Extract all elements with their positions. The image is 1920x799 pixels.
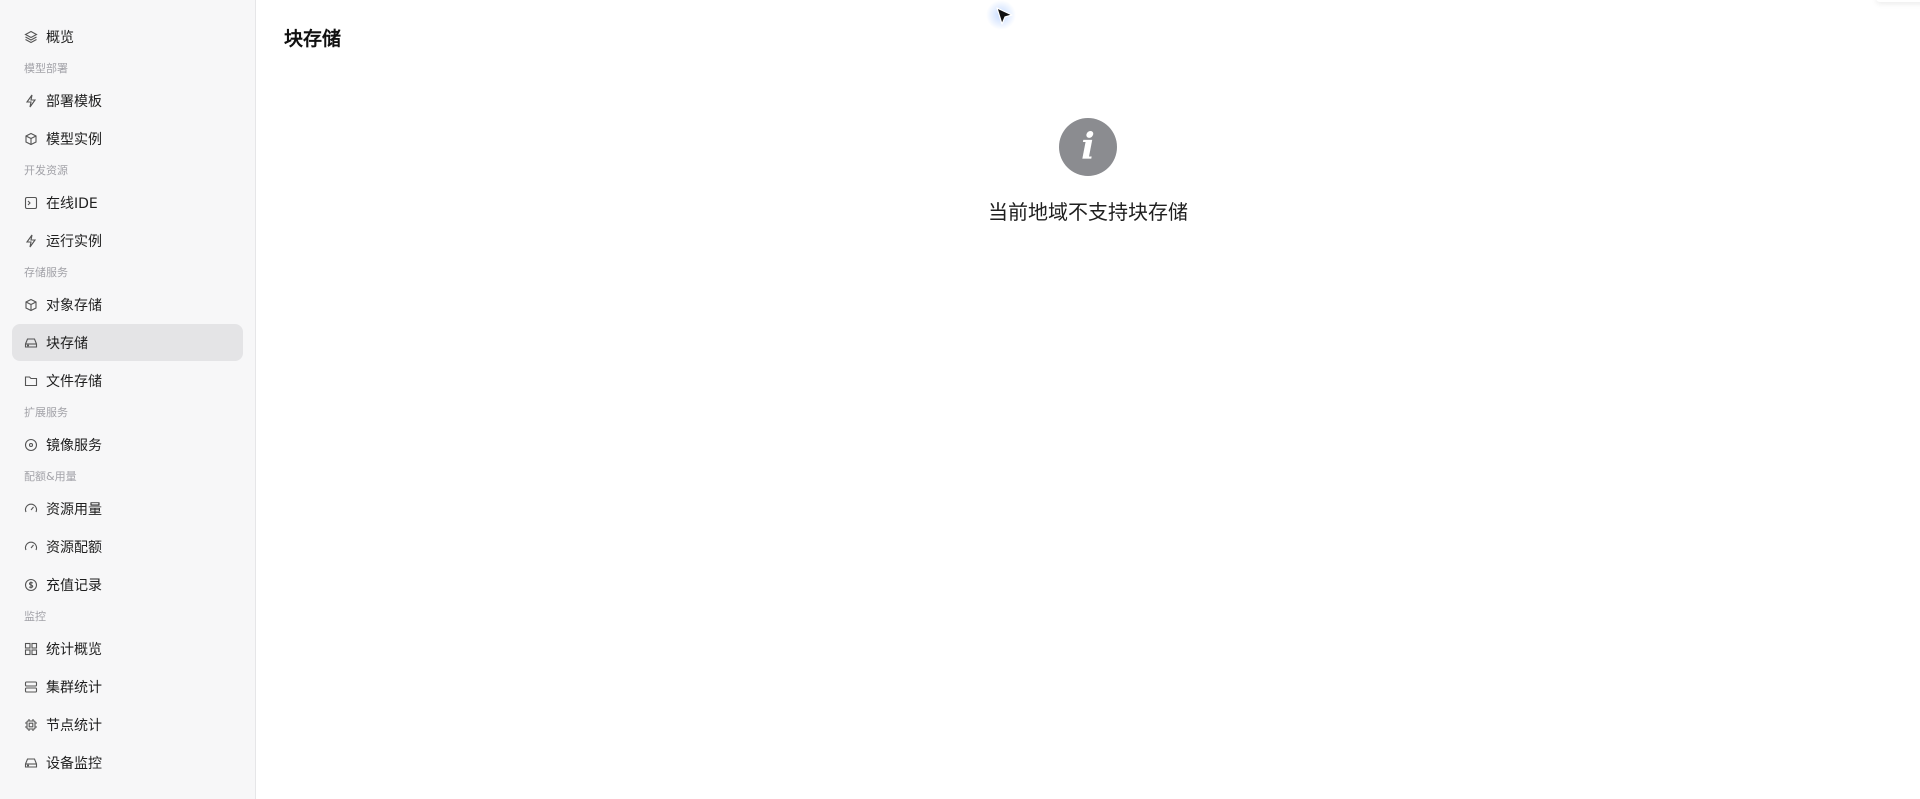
sidebar-item-label: 设备监控 (46, 755, 102, 772)
terminal-icon (24, 196, 38, 210)
hard-drive-icon (24, 336, 38, 350)
layers-icon (24, 30, 38, 44)
empty-state-message: 当前地域不支持块存储 (988, 200, 1188, 224)
sidebar-item-file-storage[interactable]: 文件存储 (12, 362, 243, 399)
cube-stack-icon (24, 132, 38, 146)
empty-state: i 当前地域不支持块存储 (256, 118, 1920, 225)
sidebar-item-label: 资源配额 (46, 539, 102, 556)
sidebar-item-label: 在线IDE (46, 195, 98, 212)
sidebar-item-stats-overview[interactable]: 统计概览 (12, 630, 243, 667)
section-label-quota-usage: 配额&用量 (24, 470, 77, 483)
main-content: 块存储 i 当前地域不支持块存储 (256, 0, 1920, 799)
sidebar-item-block-storage[interactable]: 块存储 (12, 324, 243, 361)
sidebar-item-overview[interactable]: 概览 (12, 18, 243, 55)
sidebar-item-resource-quota[interactable]: 资源配额 (12, 528, 243, 565)
sidebar-item-online-ide[interactable]: 在线IDE (12, 184, 243, 221)
grid-icon (24, 642, 38, 656)
info-icon: i (1059, 118, 1117, 176)
sidebar-item-label: 节点统计 (46, 717, 102, 734)
sidebar-item-label: 模型实例 (46, 131, 102, 148)
gauge-icon (24, 540, 38, 554)
box-icon (24, 298, 38, 312)
disc-icon (24, 438, 38, 452)
sidebar: 概览 模型部署 部署模板 模型实例 开发资源 在线IDE 运行实例 存储服务 对… (0, 0, 256, 799)
sidebar-item-label: 充值记录 (46, 577, 102, 594)
sidebar-item-device-monitor[interactable]: 设备监控 (12, 744, 243, 781)
app-root: 概览 模型部署 部署模板 模型实例 开发资源 在线IDE 运行实例 存储服务 对… (0, 0, 1920, 799)
sidebar-item-label: 镜像服务 (46, 437, 102, 454)
sidebar-item-recharge-records[interactable]: 充值记录 (12, 566, 243, 603)
sidebar-item-cluster-stats[interactable]: 集群统计 (12, 668, 243, 705)
section-label-monitoring: 监控 (24, 610, 46, 623)
folder-icon (24, 374, 38, 388)
sidebar-item-label: 部署模板 (46, 93, 102, 110)
sidebar-item-node-stats[interactable]: 节点统计 (12, 706, 243, 743)
sidebar-item-run-instance[interactable]: 运行实例 (12, 222, 243, 259)
sidebar-item-label: 资源用量 (46, 501, 102, 518)
sidebar-item-resource-usage[interactable]: 资源用量 (12, 490, 243, 527)
section-label-storage-services: 存储服务 (24, 266, 68, 279)
sidebar-item-deploy-template[interactable]: 部署模板 (12, 82, 243, 119)
sidebar-item-label: 集群统计 (46, 679, 102, 696)
sidebar-item-label: 运行实例 (46, 233, 102, 250)
gauge-icon (24, 502, 38, 516)
sidebar-item-label: 文件存储 (46, 373, 102, 390)
hard-drive-icon (24, 756, 38, 770)
section-label-extension-services: 扩展服务 (24, 406, 68, 419)
info-icon-glyph: i (1081, 126, 1095, 168)
mouse-cursor-icon (986, 0, 1018, 32)
dollar-circle-icon (24, 578, 38, 592)
sidebar-item-label: 概览 (46, 29, 74, 46)
sidebar-item-model-instance[interactable]: 模型实例 (12, 120, 243, 157)
bolt-icon (24, 234, 38, 248)
sidebar-item-object-storage[interactable]: 对象存储 (12, 286, 243, 323)
server-icon (24, 680, 38, 694)
bolt-icon (24, 94, 38, 108)
section-label-dev-resources: 开发资源 (24, 164, 68, 177)
sidebar-item-label: 统计概览 (46, 641, 102, 658)
chip-icon (24, 718, 38, 732)
sidebar-item-image-service[interactable]: 镜像服务 (12, 426, 243, 463)
sidebar-item-label: 对象存储 (46, 297, 102, 314)
sidebar-item-label: 块存储 (46, 335, 88, 352)
section-label-model-deploy: 模型部署 (24, 62, 68, 75)
top-edge-shadow (1876, 0, 1920, 2)
page-title: 块存储 (284, 28, 342, 50)
